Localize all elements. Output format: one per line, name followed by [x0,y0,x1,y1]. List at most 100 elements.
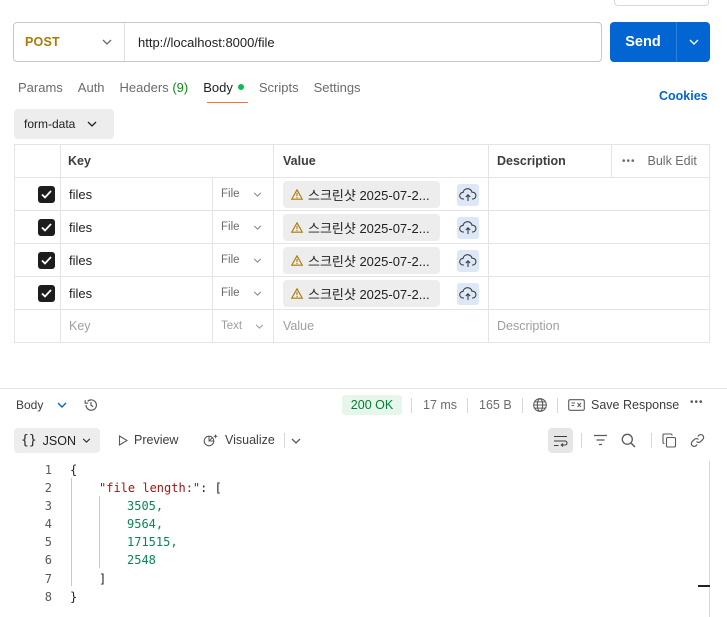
json-colon-bracket: : [ [200,481,222,496]
active-tab-indicator [207,102,248,103]
new-value-input[interactable]: Value [283,310,314,342]
row-type-select[interactable]: File [221,277,262,309]
new-type-label: Text [221,320,243,332]
table-new-row: Key Text Value Description [15,310,709,343]
save-response-label: Save Response [591,398,680,412]
more-options-icon[interactable]: ••• [690,397,704,408]
body-mode-select[interactable]: form-data [14,109,114,139]
visualize-icon [203,434,218,447]
response-code[interactable]: { "file length:": [ 3505, 9564, 171515, … [70,461,222,606]
chevron-down-icon [102,39,112,45]
row-type-select[interactable]: File [221,244,262,276]
body-active-dot [237,84,244,90]
response-section-select[interactable]: Body [16,398,67,412]
url-input[interactable]: http://localhost:8000/file [125,35,275,50]
row-key[interactable]: files [69,211,92,243]
wrap-lines-icon [554,435,568,447]
line-number: 3 [44,499,52,514]
play-icon [118,434,128,446]
send-button[interactable]: Send [610,22,677,62]
file-chip[interactable]: 스크린샷 2025-07-2... [283,214,440,241]
pane-divider[interactable] [0,388,727,389]
upload-file-button[interactable] [457,283,479,305]
status-badge[interactable]: 200 OK [342,395,402,415]
tab-label: Settings [313,80,361,95]
link-icon[interactable] [690,433,705,448]
send-button-group: Send [610,22,710,62]
key-column-header: Key [68,154,91,168]
chevron-down-icon[interactable] [291,438,301,444]
tab-auth[interactable]: Auth [78,80,105,98]
warning-icon [291,189,303,200]
row-checkbox[interactable] [38,186,55,203]
partial-top-button[interactable] [614,0,709,6]
tab-scripts[interactable]: Scripts [259,80,299,98]
format-label: JSON [42,433,76,448]
row-type-select[interactable]: File [221,211,262,243]
cookies-link[interactable]: Cookies [659,89,708,103]
wrap-lines-button[interactable] [548,428,573,453]
response-body-label: Body [16,398,44,412]
new-description-input[interactable]: Description [497,310,560,342]
upload-file-button[interactable] [457,250,479,272]
row-checkbox[interactable] [38,252,55,269]
row-key[interactable]: files [69,178,92,210]
copy-icon[interactable] [662,433,677,448]
scrollbar-thumb[interactable] [698,585,710,587]
more-horizontal-icon: ••• [622,155,636,167]
row-key[interactable]: files [69,244,92,276]
response-size[interactable]: 165 B [479,398,512,412]
visualize-button[interactable]: Visualize [203,433,275,447]
tab-headers[interactable]: Headers (9) [120,80,189,98]
bulk-edit-button[interactable]: ••• Bulk Edit [622,145,697,177]
warning-icon [291,255,303,266]
method-select[interactable]: POST [14,23,125,61]
json-value: 2548 [127,553,156,568]
globe-icon[interactable] [532,397,548,413]
send-options-button[interactable] [677,22,710,62]
json-open-brace: { [70,463,78,477]
tab-params[interactable]: Params [18,80,63,98]
tab-settings[interactable]: Settings [314,80,361,98]
history-icon[interactable] [83,397,99,413]
warning-icon [291,288,303,299]
new-key-input[interactable]: Key [69,310,91,342]
tab-label: Auth [77,80,105,95]
description-column-header: Description [497,154,566,168]
tab-body[interactable]: Body [203,80,244,98]
tab-label: Params [18,80,63,95]
row-type-select[interactable]: File [221,178,262,210]
upload-file-button[interactable] [457,217,479,239]
upload-file-button[interactable] [457,184,479,206]
chevron-down-icon [57,402,67,408]
vertical-scrollbar[interactable] [709,461,710,617]
row-type-label: File [221,254,240,266]
format-select[interactable]: {} JSON [14,428,100,453]
new-type-select[interactable]: Text [221,310,264,342]
row-checkbox[interactable] [38,285,55,302]
json-value: 3505, [127,499,164,514]
warning-icon [291,222,303,233]
response-time[interactable]: 17 ms [423,398,457,412]
save-response-button[interactable]: Save Response [568,398,679,412]
chevron-down-icon [82,438,91,443]
filter-icon[interactable] [593,434,608,446]
line-number: 4 [44,517,52,532]
tab-label: Headers [119,80,169,95]
braces-icon: {} [21,433,37,448]
search-icon[interactable] [621,433,636,448]
file-chip[interactable]: 스크린샷 2025-07-2... [283,247,440,274]
preview-label: Preview [134,433,179,447]
row-key[interactable]: files [69,277,92,309]
json-value: 171515, [127,535,178,550]
json-close-brace: } [70,589,78,604]
check-icon [41,190,52,199]
file-chip[interactable]: 스크린샷 2025-07-2... [283,181,440,208]
file-chip[interactable]: 스크린샷 2025-07-2... [283,280,440,307]
line-numbers: 1 2 3 4 5 6 7 8 [30,461,52,606]
table-header-row: Key Value Description ••• Bulk Edit [15,145,709,178]
row-checkbox[interactable] [38,219,55,236]
line-number: 1 [44,463,52,477]
preview-button[interactable]: Preview [118,433,178,447]
cloud-upload-icon [459,221,477,234]
